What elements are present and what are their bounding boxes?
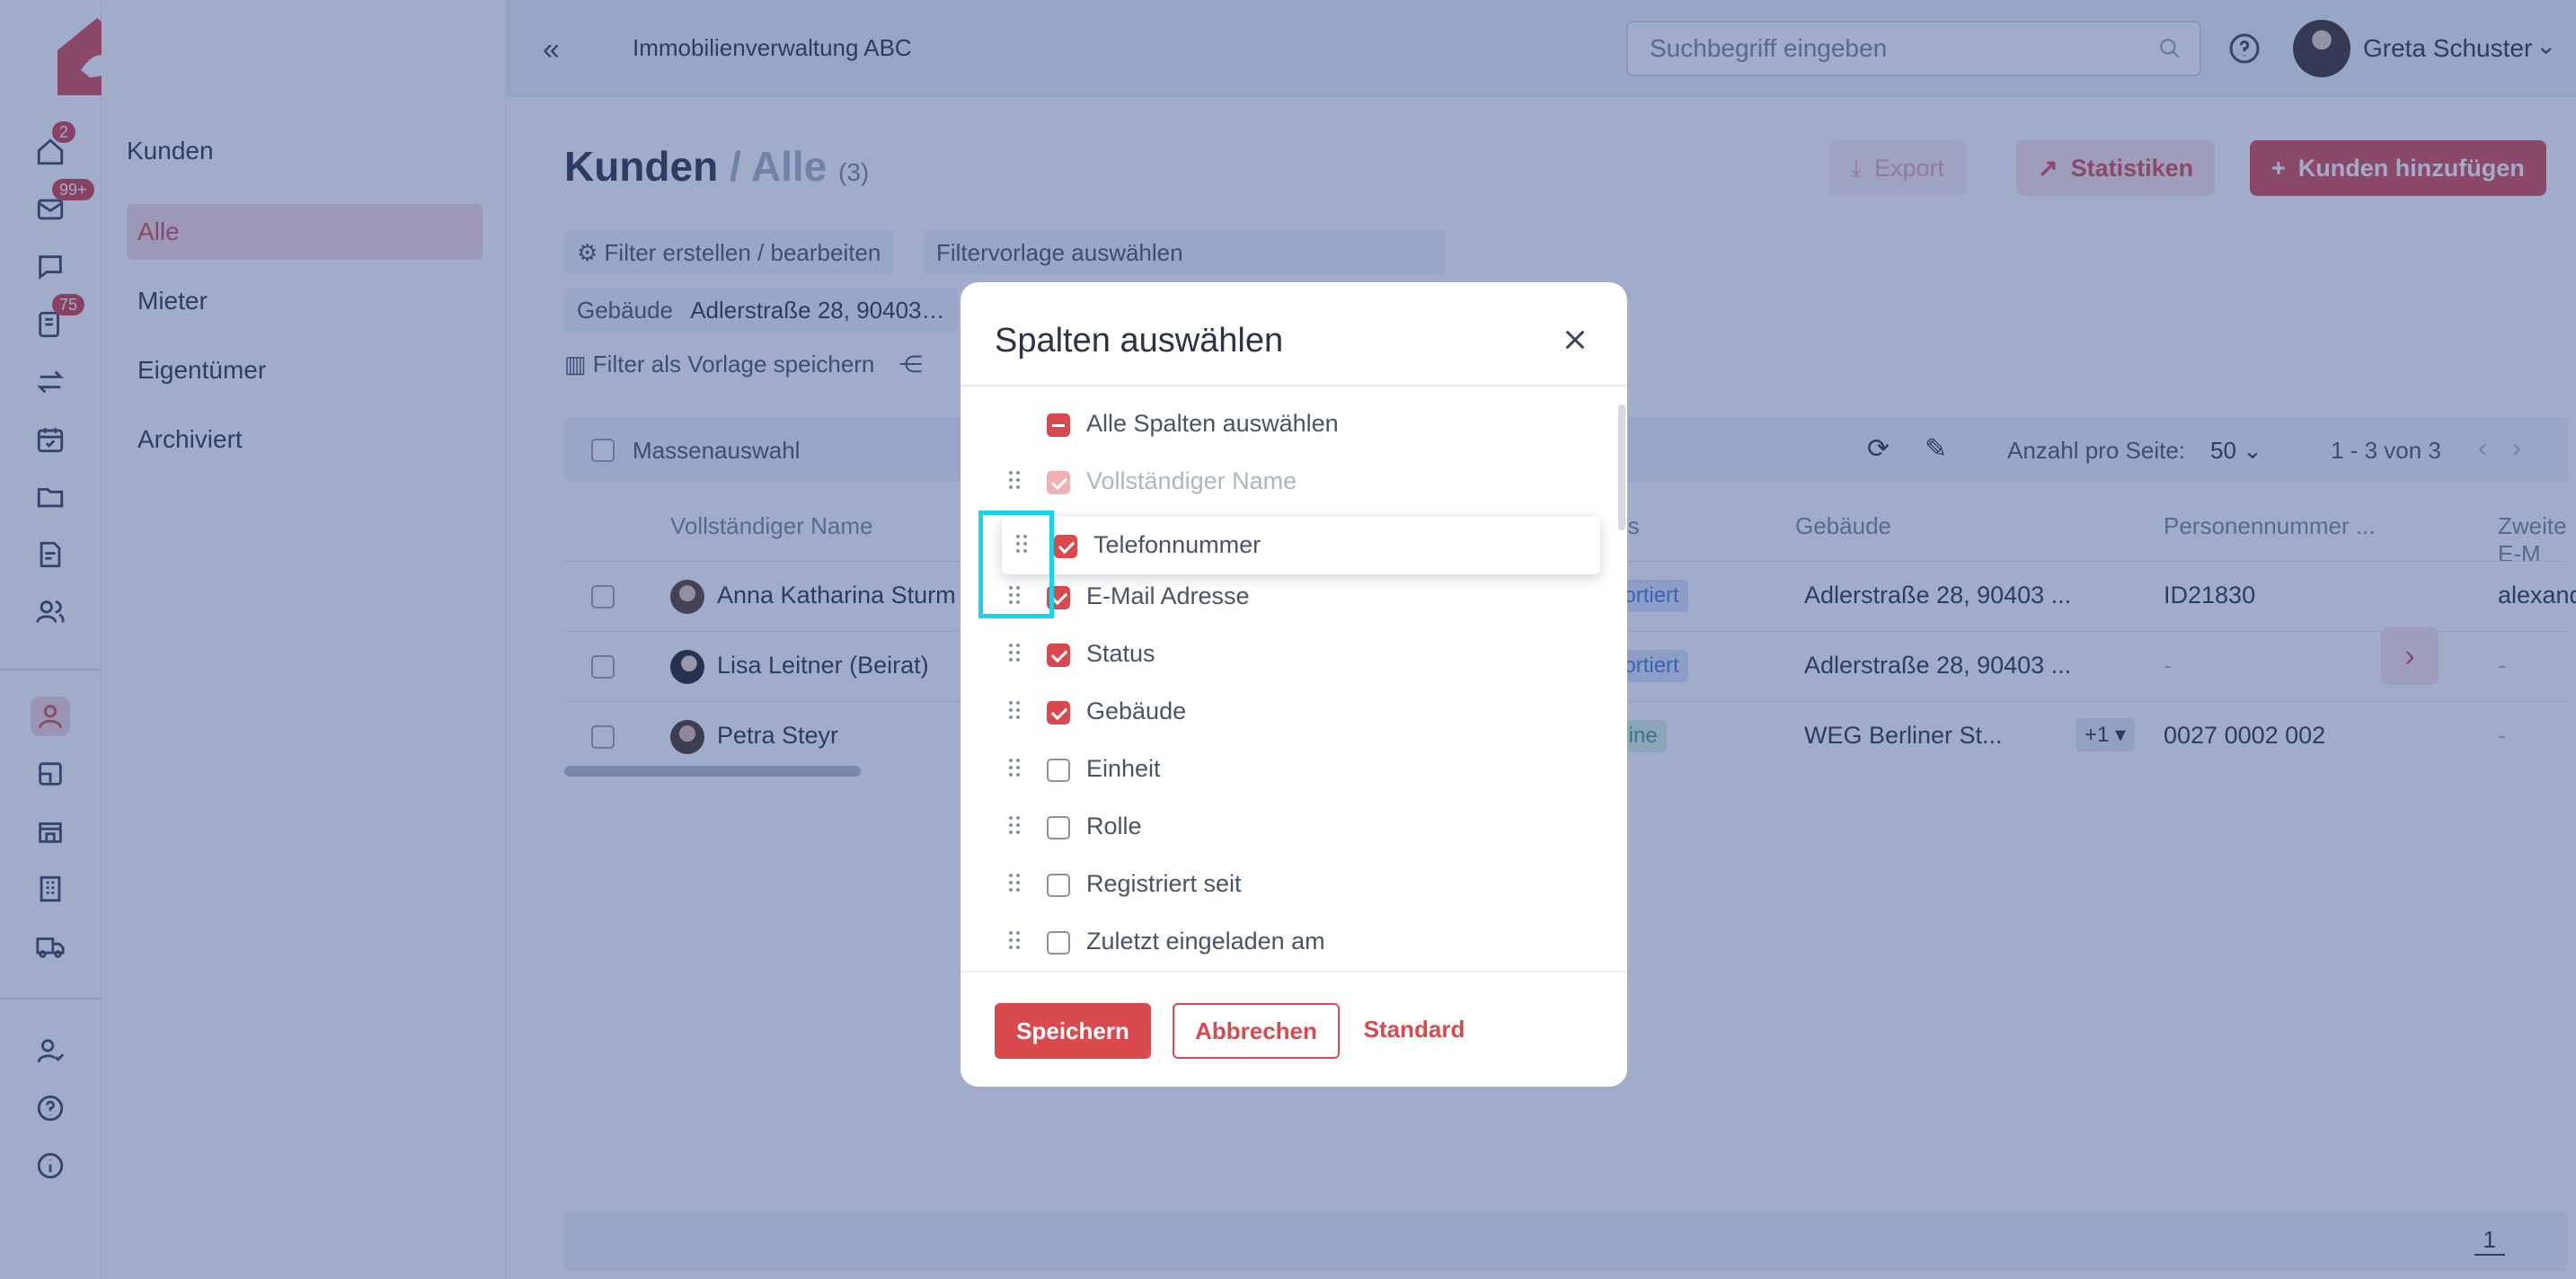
- app-root: idwell 2 99+ 75: [0, 0, 2576, 1279]
- column-option[interactable]: Status: [960, 626, 1627, 683]
- dialog-footer: Speichern Abbrechen Standard: [960, 971, 1627, 1087]
- list-scrollbar[interactable]: [1618, 404, 1625, 530]
- column-checkbox[interactable]: [1054, 535, 1077, 558]
- column-option[interactable]: E-Mail Adresse: [960, 568, 1627, 626]
- column-label: Vollständiger Name: [1086, 467, 1297, 494]
- dialog-title: Spalten auswählen: [995, 322, 1284, 360]
- column-label: Registriert seit: [1086, 870, 1242, 897]
- column-checkbox[interactable]: [1047, 701, 1070, 724]
- cancel-button[interactable]: Abbrechen: [1173, 1003, 1340, 1059]
- select-all-label: Alle Spalten auswählen: [1086, 410, 1339, 437]
- column-checkbox[interactable]: [1047, 931, 1070, 955]
- column-label: Gebäude: [1086, 697, 1187, 724]
- select-all-checkbox[interactable]: [1047, 413, 1070, 437]
- column-option[interactable]: Gebäude: [960, 683, 1627, 741]
- column-label: Einheit: [1086, 755, 1161, 782]
- drag-handle-icon[interactable]: [1009, 701, 1022, 721]
- default-button[interactable]: Standard: [1356, 1003, 1473, 1059]
- column-checkbox[interactable]: [1047, 644, 1070, 667]
- save-button[interactable]: Speichern: [995, 1003, 1151, 1059]
- column-checkbox[interactable]: [1047, 874, 1070, 897]
- drag-handle-icon[interactable]: [1009, 759, 1022, 778]
- column-label: Zuletzt eingeladen am: [1086, 928, 1325, 955]
- column-label: E-Mail Adresse: [1086, 582, 1250, 609]
- column-label: Telefonnummer: [1093, 531, 1261, 558]
- column-label: Rolle: [1086, 813, 1142, 839]
- column-checkbox[interactable]: [1047, 759, 1070, 782]
- select-columns-dialog: Spalten auswählen Alle Spalten auswählen…: [960, 282, 1627, 1087]
- column-checkbox: [1047, 471, 1070, 494]
- drag-handle-icon[interactable]: [1009, 816, 1022, 836]
- dragging-column-option[interactable]: Telefonnummer: [1002, 517, 1600, 574]
- select-all-row[interactable]: Alle Spalten auswählen: [960, 395, 1627, 453]
- drag-handle-icon[interactable]: [1009, 471, 1022, 491]
- close-icon[interactable]: [1561, 325, 1589, 354]
- column-checkbox[interactable]: [1047, 816, 1070, 839]
- column-option[interactable]: Vollständiger Name: [960, 453, 1627, 511]
- drag-handle-icon[interactable]: [1009, 644, 1022, 663]
- column-option[interactable]: Einheit: [960, 741, 1627, 798]
- column-label: Status: [1086, 640, 1155, 667]
- drag-handle-icon[interactable]: [1009, 874, 1022, 893]
- column-option[interactable]: Rolle: [960, 798, 1627, 856]
- drag-handle-icon[interactable]: [1009, 931, 1022, 951]
- column-option[interactable]: Registriert seit: [960, 856, 1627, 913]
- drag-handle-highlight: [978, 511, 1054, 618]
- column-option[interactable]: Zuletzt eingeladen am: [960, 913, 1627, 971]
